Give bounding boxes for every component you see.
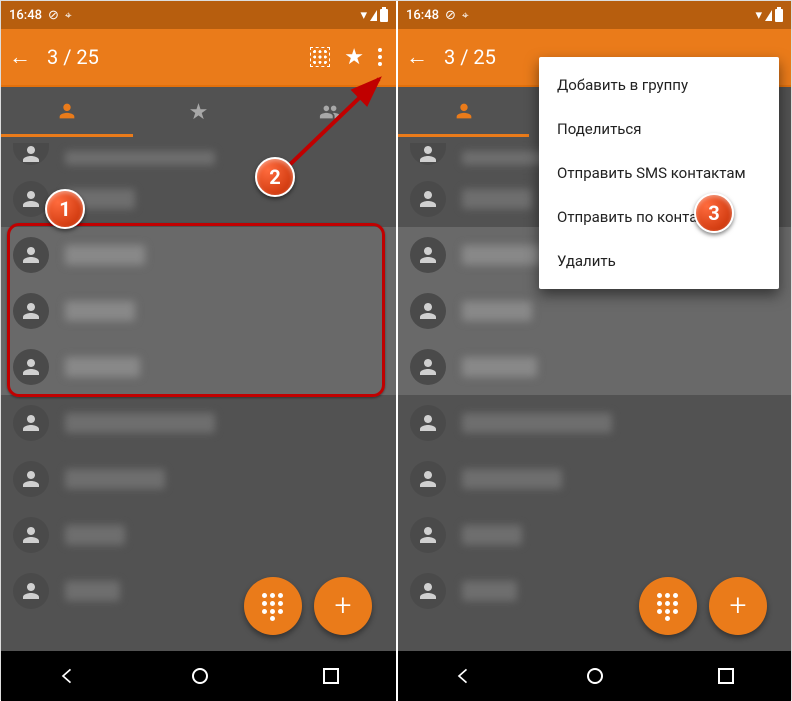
contact-name-blurred	[65, 301, 135, 321]
list-item-selected[interactable]	[1, 227, 396, 283]
phone-right: 16:48 ⊘ ⌖ ▾ ← 3 / 25	[396, 1, 791, 701]
list-item[interactable]	[398, 507, 791, 563]
tab-groups[interactable]	[264, 87, 396, 137]
avatar	[410, 573, 446, 609]
contact-name-blurred	[462, 525, 522, 545]
avatar	[13, 237, 49, 273]
plus-icon: +	[335, 591, 352, 621]
plus-icon: +	[730, 591, 747, 621]
avatar	[410, 143, 446, 165]
contact-name-blurred	[462, 581, 517, 601]
status-time: 16:48	[9, 8, 42, 23]
list-item[interactable]	[398, 451, 791, 507]
contact-name-blurred	[65, 245, 145, 265]
no-sim-icon: ⊘	[48, 8, 59, 23]
list-item[interactable]	[1, 507, 396, 563]
menu-delete[interactable]: Удалить	[539, 239, 779, 283]
list-item-selected[interactable]	[1, 283, 396, 339]
list-item-selected[interactable]	[398, 339, 791, 395]
avatar	[13, 405, 49, 441]
fab-add-contact[interactable]: +	[314, 577, 372, 635]
menu-add-to-group[interactable]: Добавить в группу	[539, 63, 779, 107]
status-bar: 16:48 ⊘ ⌖ ▾	[1, 1, 396, 29]
wifi-icon: ▾	[755, 8, 762, 23]
avatar	[13, 461, 49, 497]
contact-name-blurred	[65, 581, 120, 601]
contact-name-blurred	[462, 301, 532, 321]
nav-back-icon[interactable]	[454, 666, 474, 686]
contact-name-blurred	[462, 245, 542, 265]
contact-name-blurred	[65, 413, 215, 433]
menu-send-sms[interactable]: Отправить SMS контактам	[539, 151, 779, 195]
status-time: 16:48	[406, 8, 439, 23]
avatar	[410, 237, 446, 273]
nav-recent-icon[interactable]	[717, 667, 735, 685]
contact-name-blurred	[65, 189, 135, 209]
menu-send-to-contacts[interactable]: Отправить по контактам	[539, 195, 779, 239]
contact-name-blurred	[462, 189, 532, 209]
selection-count: 3 / 25	[47, 45, 99, 69]
star-outline-icon: ★	[189, 100, 209, 125]
location-icon: ⌖	[462, 8, 469, 23]
fab-dialpad[interactable]	[244, 577, 302, 635]
avatar	[410, 293, 446, 329]
nav-recent-icon[interactable]	[322, 667, 340, 685]
back-button[interactable]: ←	[9, 44, 31, 70]
list-item[interactable]	[1, 135, 396, 171]
list-item[interactable]	[1, 395, 396, 451]
avatar	[13, 143, 49, 165]
location-icon: ⌖	[65, 8, 72, 23]
no-sim-icon: ⊘	[445, 8, 456, 23]
back-button[interactable]: ←	[406, 44, 428, 70]
nav-bar	[398, 651, 791, 701]
avatar	[410, 461, 446, 497]
signal-icon	[765, 10, 772, 21]
battery-icon	[380, 9, 388, 22]
contact-list[interactable]	[1, 135, 396, 619]
status-bar: 16:48 ⊘ ⌖ ▾	[398, 1, 791, 29]
contact-name-blurred	[462, 469, 562, 489]
list-item[interactable]	[1, 171, 396, 227]
avatar	[410, 405, 446, 441]
tabs: ★	[1, 87, 396, 137]
selection-count: 3 / 25	[444, 45, 496, 69]
menu-share[interactable]: Поделиться	[539, 107, 779, 151]
nav-back-icon[interactable]	[58, 666, 78, 686]
fab-dialpad[interactable]	[639, 577, 697, 635]
contact-name-blurred	[65, 151, 215, 165]
tab-contacts[interactable]	[398, 87, 529, 137]
overflow-menu-button[interactable]	[378, 48, 382, 66]
tab-contacts[interactable]	[1, 87, 133, 137]
overflow-menu: Добавить в группу Поделиться Отправить S…	[539, 57, 779, 289]
avatar	[13, 517, 49, 553]
signal-icon	[370, 10, 377, 21]
contact-name-blurred	[462, 413, 612, 433]
avatar	[13, 349, 49, 385]
avatar	[410, 181, 446, 217]
contact-name-blurred	[65, 357, 140, 377]
star-icon[interactable]: ★	[344, 45, 364, 70]
list-item[interactable]	[1, 451, 396, 507]
avatar	[13, 181, 49, 217]
action-bar: ← 3 / 25 ★	[1, 29, 396, 87]
select-all-icon[interactable]	[310, 47, 330, 67]
avatar	[13, 293, 49, 329]
avatar	[13, 573, 49, 609]
contact-name-blurred	[462, 357, 537, 377]
list-item[interactable]	[398, 395, 791, 451]
nav-home-icon[interactable]	[191, 667, 209, 685]
wifi-icon: ▾	[360, 8, 367, 23]
tab-favorites[interactable]: ★	[133, 87, 265, 137]
nav-bar	[1, 651, 396, 701]
avatar	[410, 517, 446, 553]
list-item-selected[interactable]	[398, 283, 791, 339]
battery-icon	[775, 9, 783, 22]
nav-home-icon[interactable]	[586, 667, 604, 685]
contact-name-blurred	[65, 525, 125, 545]
contact-name-blurred	[65, 469, 165, 489]
list-item-selected[interactable]	[1, 339, 396, 395]
avatar	[410, 349, 446, 385]
fab-add-contact[interactable]: +	[709, 577, 767, 635]
phone-left: 16:48 ⊘ ⌖ ▾ ← 3 / 25 ★ ★	[1, 1, 396, 701]
